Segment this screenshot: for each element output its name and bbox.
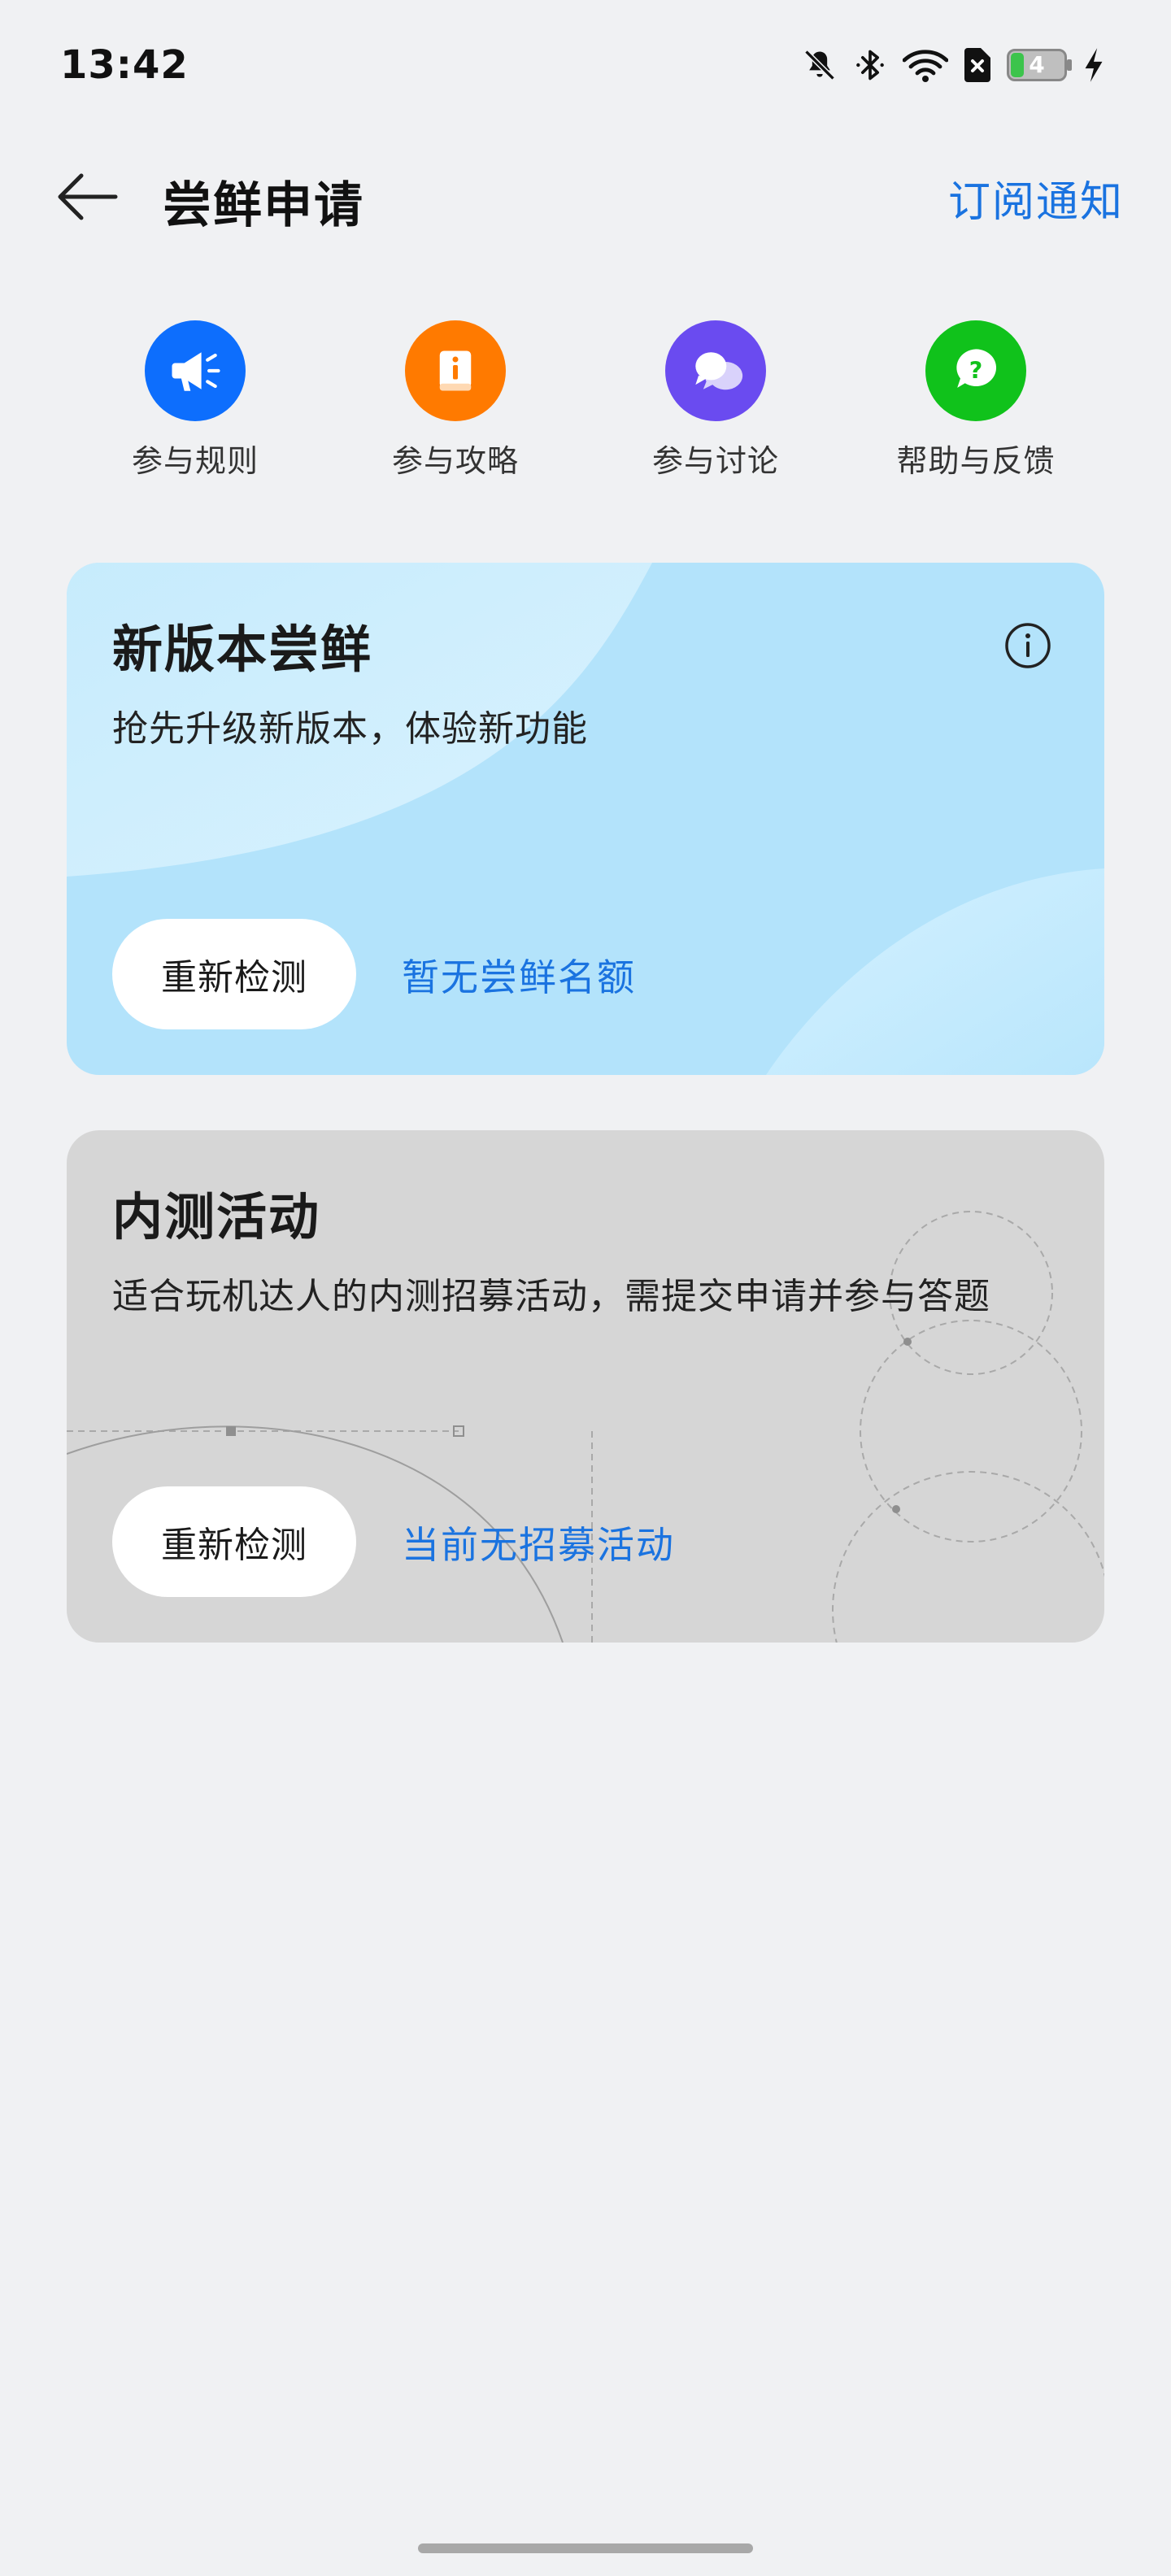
new-version-trial-card: 新版本尝鲜 抢先升级新版本，体验新功能 重新检测 暂无尝鲜名额 xyxy=(67,563,1104,1075)
info-icon xyxy=(1005,623,1051,668)
recheck-button[interactable]: 重新检测 xyxy=(112,1486,356,1597)
quick-action-label: 参与讨论 xyxy=(651,443,779,479)
quick-action-label: 帮助与反馈 xyxy=(896,443,1056,479)
quick-action-guide[interactable]: 参与攻略 xyxy=(325,320,586,483)
megaphone-icon xyxy=(145,320,246,421)
sim-error-icon xyxy=(963,46,992,84)
card-status: 当前无招募活动 xyxy=(402,1523,675,1567)
subscribe-notification-link[interactable]: 订阅通知 xyxy=(948,168,1124,228)
card-subtitle: 适合玩机达人的内测招募活动，需提交申请并参与答题 xyxy=(112,1276,990,1317)
battery-icon: 4 xyxy=(1007,49,1072,81)
title-bar: 尝鲜申请 订阅通知 xyxy=(0,146,1171,244)
svg-text:?: ? xyxy=(969,358,983,385)
home-indicator[interactable] xyxy=(418,2543,753,2553)
help-question-icon: ? xyxy=(925,320,1026,421)
quick-action-rules[interactable]: 参与规则 xyxy=(65,320,325,483)
quick-actions: 参与规则 参与攻略 参与讨论 ? 帮助与反馈 xyxy=(65,320,1106,483)
charging-icon xyxy=(1082,46,1106,84)
beta-activity-card: 内测活动 适合玩机达人的内测招募活动，需提交申请并参与答题 重新检测 当前无招募… xyxy=(67,1130,1104,1643)
back-button[interactable] xyxy=(49,168,124,226)
wifi-icon xyxy=(903,47,948,83)
bluetooth-icon xyxy=(852,47,888,83)
info-button[interactable] xyxy=(1003,621,1052,670)
status-bar: 13:42 4 xyxy=(0,0,1171,130)
bell-muted-icon xyxy=(802,47,838,83)
guide-book-icon xyxy=(405,320,506,421)
card-status: 暂无尝鲜名额 xyxy=(402,955,636,999)
recheck-button[interactable]: 重新检测 xyxy=(112,919,356,1029)
card-subtitle: 抢先升级新版本，体验新功能 xyxy=(112,708,588,750)
card-title: 新版本尝鲜 xyxy=(112,620,373,679)
page-title: 尝鲜申请 xyxy=(163,177,364,234)
quick-action-label: 参与规则 xyxy=(131,443,259,479)
arrow-left-icon xyxy=(58,173,118,220)
quick-action-help[interactable]: ? 帮助与反馈 xyxy=(846,320,1106,483)
status-icons: 4 xyxy=(802,41,1106,89)
quick-action-label: 参与攻略 xyxy=(391,443,519,479)
quick-action-discussion[interactable]: 参与讨论 xyxy=(586,320,846,483)
battery-level: 4 xyxy=(1029,51,1045,78)
card-title: 内测活动 xyxy=(112,1187,321,1247)
chat-bubbles-icon xyxy=(665,320,766,421)
status-time: 13:42 xyxy=(60,42,189,88)
